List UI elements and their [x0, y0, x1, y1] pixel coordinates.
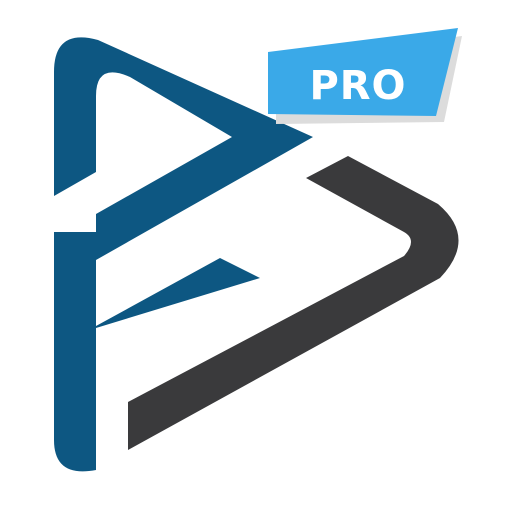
pro-badge: PRO: [268, 28, 462, 124]
pro-badge-label: PRO: [309, 63, 406, 109]
app-logo-icon: PRO: [54, 28, 462, 472]
